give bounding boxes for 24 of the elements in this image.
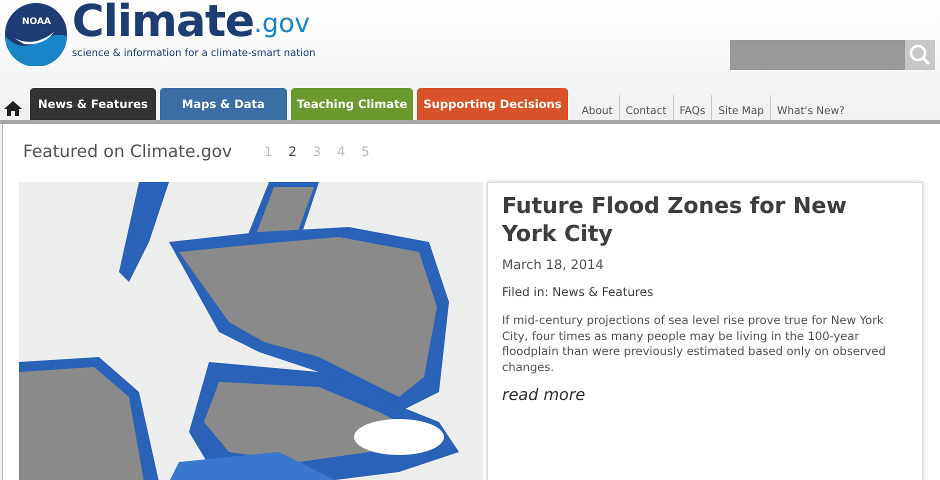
section-heading: Featured on Climate.gov — [23, 141, 232, 164]
search-field[interactable] — [730, 40, 905, 70]
article-summary: If mid-century projections of sea level rise prove true for New York City, four times as many people may be living in the 100-year floodplain than were previously estimated based only on observed changes. — [502, 313, 887, 376]
nav-tab[interactable]: News & Features — [30, 88, 156, 120]
nav-tab[interactable]: Teaching Climate — [290, 88, 414, 120]
article-date: March 18, 2014 — [502, 256, 605, 275]
category-line: Filed in: News & Features — [502, 284, 654, 302]
page-link[interactable]: 2 — [288, 143, 297, 162]
nav-tab[interactable]: Supporting Decisions — [417, 88, 568, 120]
nav-link[interactable]: Site Map — [711, 95, 770, 120]
site-title-suffix: .gov — [254, 8, 310, 41]
noaa-logo[interactable]: NOAA — [4, 2, 68, 66]
nav-link[interactable]: FAQs — [672, 95, 712, 120]
home-icon[interactable] — [4, 100, 22, 116]
article-title[interactable]: Future Flood Zones for New York City — [502, 192, 908, 250]
site-title: Climate — [72, 0, 254, 44]
read-more-link[interactable]: read more — [502, 385, 586, 404]
nav-link[interactable]: About — [576, 95, 619, 120]
nav-link[interactable]: Contact — [618, 95, 672, 120]
search-button[interactable] — [905, 40, 935, 70]
search-icon — [909, 44, 931, 66]
nav-link[interactable]: What's New? — [770, 95, 851, 120]
nav-tab[interactable]: Maps & Data — [160, 88, 287, 120]
tagline: science & information for a climate-smart nation — [72, 47, 316, 61]
